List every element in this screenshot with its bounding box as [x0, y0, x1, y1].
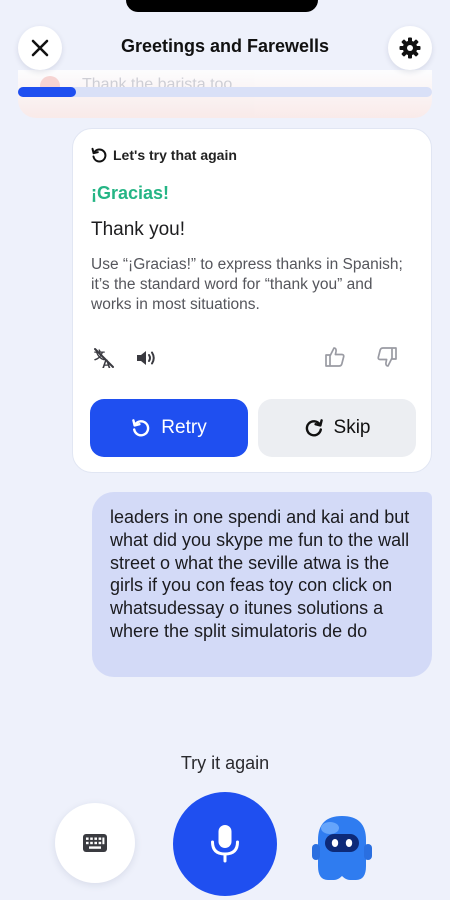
skip-button-label: Skip: [333, 417, 371, 438]
lesson-progress-fill: [18, 87, 76, 97]
phrase-explanation: Use “¡Gracias!” to express thanks in Spa…: [91, 256, 403, 313]
gear-icon: [399, 37, 421, 59]
microphone-button[interactable]: [173, 792, 277, 896]
keyboard-button[interactable]: [55, 803, 135, 883]
user-message-bubble: leaders in one spendi and kai and but wh…: [92, 492, 432, 677]
close-button[interactable]: [18, 26, 62, 70]
retry-button-label: Retry: [161, 417, 207, 438]
retry-icon: [132, 419, 150, 437]
feedback-heading: Let's try that again: [91, 147, 237, 163]
target-phrase: ¡Gracias!: [91, 183, 170, 203]
translate-off-icon[interactable]: 文 A: [93, 347, 115, 369]
thumbs-up-icon[interactable]: [323, 345, 347, 369]
device-notch: [126, 0, 318, 12]
page-title: Greetings and Farewells: [120, 36, 330, 56]
retry-button[interactable]: Retry: [90, 399, 248, 457]
app-screen: Thank the barista too Greetings and Fare…: [0, 0, 450, 900]
retry-arrow-icon: [91, 147, 107, 163]
phrase-tools: 文 A: [93, 347, 159, 369]
speaker-icon[interactable]: [135, 347, 159, 369]
phrase-translation: Thank you!: [91, 219, 185, 240]
thumbs-down-icon[interactable]: [375, 345, 399, 369]
keyboard-icon: [83, 834, 107, 852]
robot-mascot-icon[interactable]: [304, 810, 380, 886]
feedback-card: Let's try that again ¡Gracias! Thank you…: [72, 128, 432, 473]
close-icon: [31, 39, 49, 57]
microphone-icon: [211, 825, 239, 863]
try-again-prompt: Try it again: [180, 753, 270, 773]
skip-button[interactable]: Skip: [258, 399, 416, 457]
skip-icon: [305, 419, 323, 437]
settings-button[interactable]: [388, 26, 432, 70]
header: Greetings and Farewells: [0, 20, 450, 76]
feedback-heading-label: Let's try that again: [113, 147, 237, 163]
lesson-progress-bar: [18, 87, 432, 97]
feedback-rating: [323, 345, 399, 369]
